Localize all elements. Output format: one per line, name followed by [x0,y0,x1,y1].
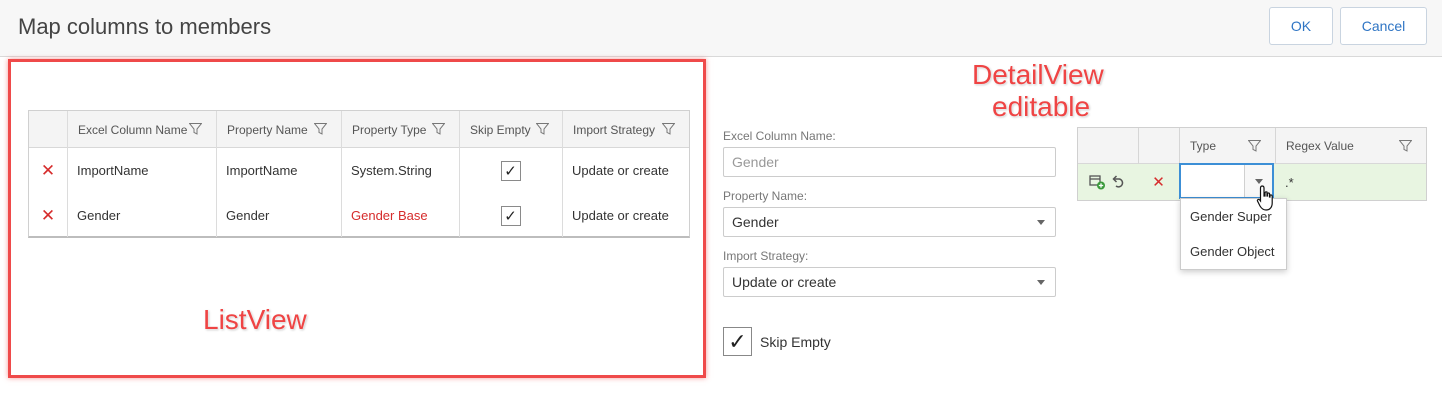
detailview-annotation-label: DetailView [972,59,1104,90]
dialog-title: Map columns to members [18,14,272,39]
dialog-header: Map columns to members OK Cancel [0,0,1442,57]
import-strategy-label: Import Strategy: [723,249,809,263]
save-row-icon[interactable] [1089,175,1106,190]
filter-icon[interactable] [1399,140,1412,152]
import-strategy-select[interactable]: Update or create [723,267,1056,297]
skip-empty-label: Skip Empty [760,334,831,350]
delete-row-button[interactable]: ✕ [1138,164,1179,200]
filter-icon[interactable] [1248,140,1261,152]
undo-icon[interactable] [1111,175,1125,189]
delete-x-icon: ✕ [1152,174,1165,191]
column-header-regex-value[interactable]: Regex Value [1275,128,1426,164]
listview-annotation-label: ListView [203,304,307,335]
cell-import-strategy[interactable]: Update or create [562,148,689,193]
column-header-type[interactable]: Type [1179,128,1275,164]
filter-icon[interactable] [314,123,327,135]
skip-empty-checkbox[interactable]: ✓ [500,205,521,226]
filter-icon[interactable] [189,123,202,135]
import-strategy-value: Update or create [732,274,837,290]
excel-column-name-field[interactable]: Gender [723,147,1056,177]
filter-icon[interactable] [662,123,675,135]
cell-regex-value[interactable]: .* [1275,164,1426,200]
column-header-import-strategy[interactable]: Import Strategy [562,111,689,148]
property-name-select[interactable]: Gender [723,207,1056,237]
property-name-value: Gender [732,214,779,230]
chevron-down-icon [1037,280,1045,285]
filter-icon[interactable] [536,123,549,135]
cell-property-name[interactable]: Gender [216,193,341,238]
cancel-button[interactable]: Cancel [1340,7,1427,45]
table-row[interactable]: ✕ Gender Gender Gender Base ✓ Update or … [29,193,689,238]
column-header-property-type[interactable]: Property Type [341,111,459,148]
chevron-down-icon [1037,220,1045,225]
cell-property-name[interactable]: ImportName [216,148,341,193]
dropdown-option[interactable]: Gender Object [1190,244,1275,259]
editable-annotation-label: editable [992,91,1091,122]
cell-property-type[interactable]: Gender Base [341,193,459,238]
cell-property-type[interactable]: System.String [341,148,459,193]
excel-column-name-label: Excel Column Name: [723,129,836,143]
cell-skip-empty[interactable]: ✓ [459,193,562,238]
column-header-property-name[interactable]: Property Name [216,111,341,148]
delete-row-button[interactable]: ✕ [29,193,67,238]
cell-excel-column-name[interactable]: Gender [67,193,216,238]
filter-icon[interactable] [432,123,445,135]
mini-grid-header: Type Regex Value [1078,128,1426,164]
skip-empty-checkbox-detail[interactable]: ✓ [723,327,752,356]
delete-x-icon: ✕ [40,205,56,225]
hand-cursor-icon [1256,185,1273,211]
delete-row-button[interactable]: ✕ [29,148,67,193]
delete-x-icon: ✕ [40,160,56,180]
column-header-skip-empty[interactable]: Skip Empty [459,111,562,148]
skip-empty-checkbox[interactable]: ✓ [500,160,521,181]
ok-button[interactable]: OK [1269,7,1333,45]
list-grid: Excel Column Name Property Name Property… [28,110,690,238]
cell-excel-column-name[interactable]: ImportName [67,148,216,193]
type-editor-value [1181,165,1191,197]
cell-skip-empty[interactable]: ✓ [459,148,562,193]
property-name-label: Property Name: [723,189,808,203]
cell-import-strategy[interactable]: Update or create [562,193,689,238]
grid-header: Excel Column Name Property Name Property… [29,111,689,148]
column-header-excel-column-name[interactable]: Excel Column Name [67,111,216,148]
table-row[interactable]: ✕ ImportName ImportName System.String ✓ … [29,148,689,193]
